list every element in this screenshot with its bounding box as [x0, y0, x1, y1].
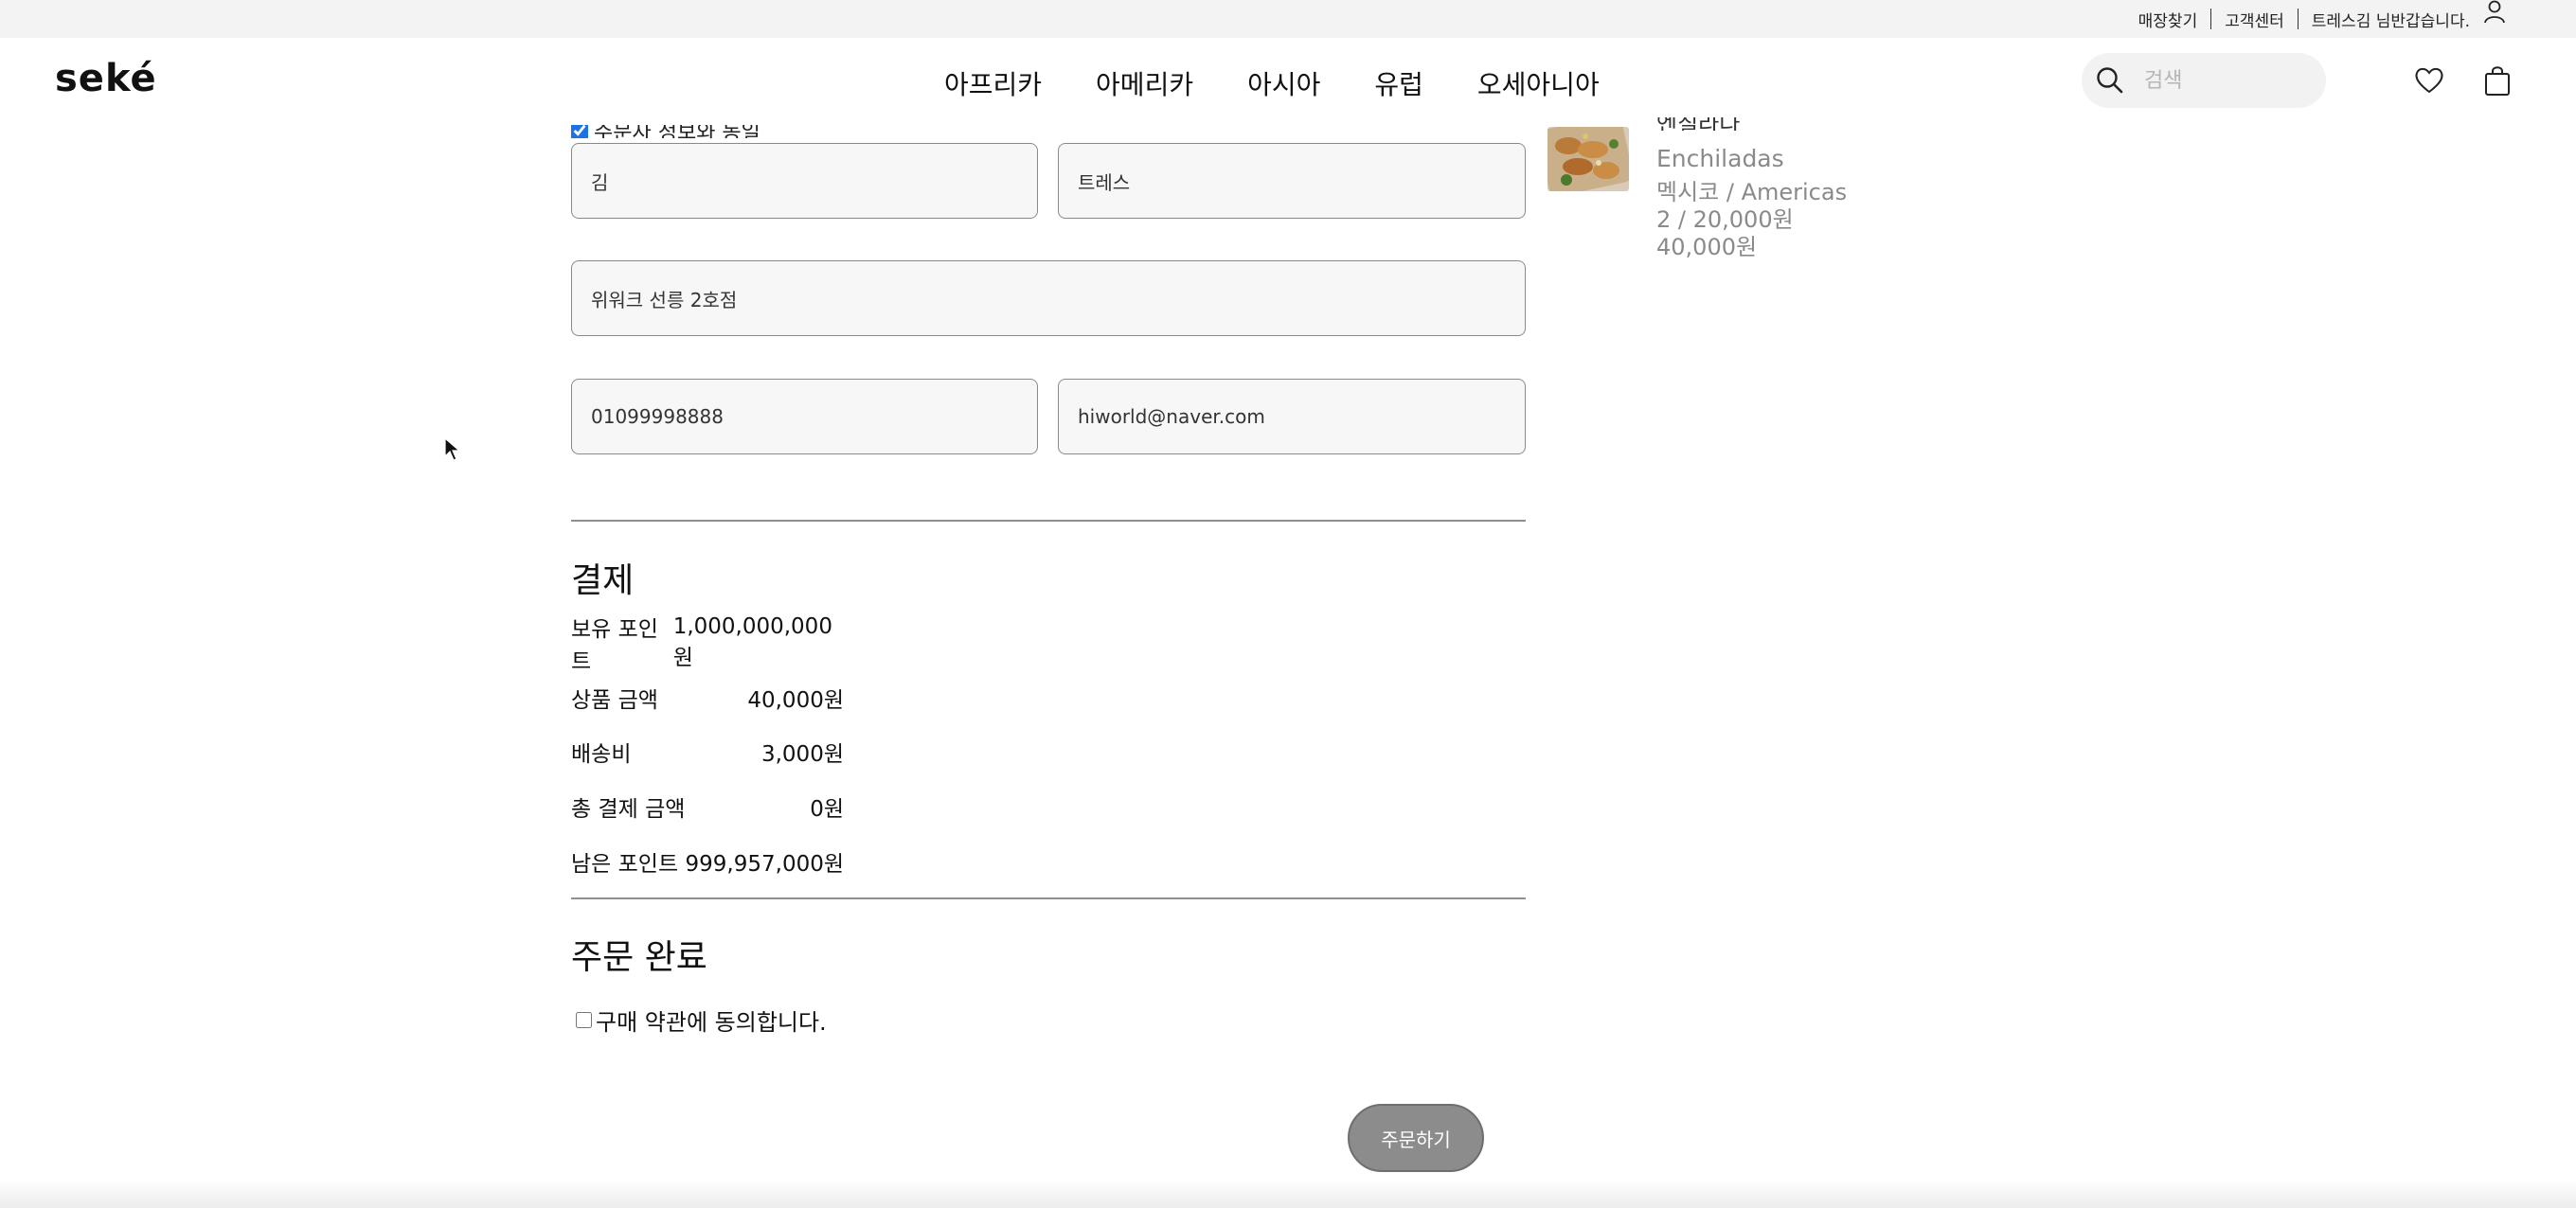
- same-as-orderer-row: 주문자 정보와 동일: [571, 125, 950, 138]
- payment-row-label: 배송비: [571, 742, 632, 767]
- address-field[interactable]: 위워크 선릉 2호점: [571, 260, 1526, 336]
- payment-row-value: 0원: [810, 797, 844, 822]
- payment-row-label: 총 결제 금액: [571, 797, 686, 822]
- divider: [2210, 9, 2212, 29]
- place-order-button[interactable]: 주문하기: [1348, 1104, 1484, 1172]
- payment-row: 상품 금액 40,000원: [571, 682, 844, 714]
- payment-row-label: 보유 포인트: [571, 617, 658, 674]
- mouse-cursor-icon: [444, 437, 461, 461]
- section-divider: [571, 520, 1526, 522]
- search-input[interactable]: [2144, 62, 2305, 98]
- category-nav: 아프리카 아메리카 아시아 유럽 오세아니아: [944, 64, 1600, 102]
- logo[interactable]: seké: [55, 57, 157, 100]
- payment-row: 배송비 3,000원: [571, 736, 844, 768]
- nav-item-africa[interactable]: 아프리카: [944, 64, 1042, 102]
- utility-bar: 매장찾기 고객센터 트레스김 님반갑습니다.: [0, 0, 2576, 38]
- phone-field[interactable]: 01099998888: [571, 379, 1038, 454]
- product-qty-price: 2 / 20,000원: [1656, 206, 1794, 233]
- user-icon[interactable]: [2483, 0, 2506, 25]
- payment-row-value: 1,000,000,000원: [672, 614, 832, 670]
- email-field[interactable]: hiworld@naver.com: [1058, 379, 1526, 454]
- order-complete-title: 주문 완료: [571, 938, 707, 977]
- nav-item-america[interactable]: 아메리카: [1096, 64, 1193, 102]
- customer-center-link[interactable]: 고객센터: [2225, 8, 2284, 31]
- shopping-bag-icon[interactable]: [2484, 64, 2511, 97]
- product-total: 40,000원: [1656, 234, 1758, 260]
- heart-icon[interactable]: [2414, 66, 2444, 95]
- payment-row: 보유 포인트 1,000,000,000원: [571, 614, 844, 674]
- product-name-kor: 엔칠라다: [1656, 117, 1741, 131]
- enchiladas-image: [1547, 127, 1629, 191]
- payment-row-label: 남은 포인트: [571, 852, 679, 877]
- product-thumbnail: [1547, 127, 1629, 191]
- divider: [2297, 9, 2299, 29]
- product-name-eng: Enchiladas: [1656, 145, 1784, 172]
- payment-title: 결제: [571, 561, 635, 600]
- same-as-orderer-checkbox[interactable]: [571, 125, 588, 138]
- bottom-shade: [0, 1180, 2576, 1208]
- terms-agree-row: 구매 약관에 동의합니다.: [576, 1004, 827, 1037]
- first-name-field[interactable]: 트레스: [1058, 143, 1526, 219]
- checkout-content: 주문자 정보와 동일 김 트레스 위워크 선릉 2호점 01099998888 …: [0, 117, 2576, 1208]
- search-icon[interactable]: [2095, 65, 2125, 96]
- nav-item-asia[interactable]: 아시아: [1247, 64, 1320, 102]
- terms-agree-label: 구매 약관에 동의합니다.: [596, 1009, 827, 1036]
- payment-row-value: 999,957,000원: [685, 852, 844, 877]
- payment-row-value: 40,000원: [747, 688, 844, 713]
- store-finder-link[interactable]: 매장찾기: [2138, 8, 2198, 31]
- nav-item-oceania[interactable]: 오세아니아: [1477, 64, 1600, 102]
- same-as-orderer-label: 주문자 정보와 동일: [594, 125, 760, 138]
- payment-row: 총 결제 금액 0원: [571, 791, 844, 823]
- last-name-field[interactable]: 김: [571, 143, 1038, 219]
- search-box[interactable]: [2082, 53, 2326, 108]
- payment-row-label: 상품 금액: [571, 688, 658, 713]
- section-divider: [571, 897, 1526, 899]
- nav-item-europe[interactable]: 유럽: [1374, 64, 1423, 102]
- terms-agree-checkbox[interactable]: [576, 1012, 592, 1028]
- main-header: seké 아프리카 아메리카 아시아 유럽 오세아니아: [0, 38, 2576, 125]
- payment-row: 남은 포인트 999,957,000원: [571, 845, 844, 878]
- user-greeting: 트레스김 님반갑습니다.: [2311, 11, 2470, 31]
- product-origin: 멕시코 / Americas: [1656, 179, 1848, 205]
- product-name-kor-clip: 엔칠라다: [1656, 117, 1846, 131]
- payment-row-value: 3,000원: [760, 742, 844, 767]
- utility-links: 매장찾기 고객센터 트레스김 님반갑습니다.: [2138, 0, 2470, 38]
